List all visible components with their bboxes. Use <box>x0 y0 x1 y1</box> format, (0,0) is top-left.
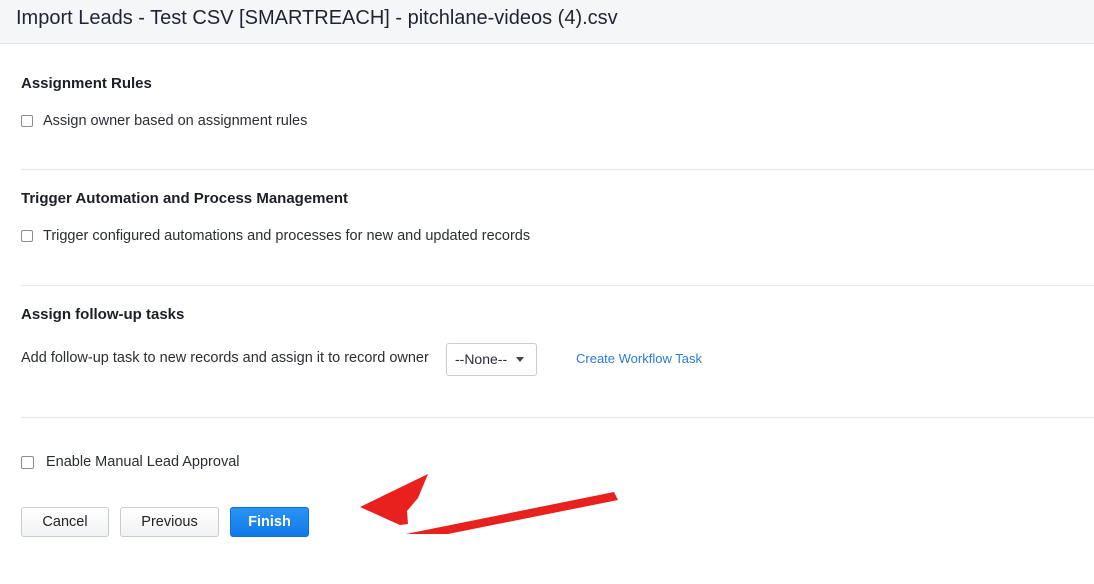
assignment-rules-option[interactable]: Assign owner based on assignment rules <box>21 112 307 130</box>
follow-up-title: Assign follow-up tasks <box>21 306 185 323</box>
import-settings-panel: Assignment Rules Assign owner based on a… <box>0 44 1094 584</box>
manual-approval-option[interactable]: Enable Manual Lead Approval <box>21 453 239 471</box>
trigger-automation-option[interactable]: Trigger configured automations and proce… <box>21 227 530 245</box>
cancel-button[interactable]: Cancel <box>21 507 109 537</box>
chevron-down-icon <box>516 357 524 362</box>
finish-button[interactable]: Finish <box>230 507 309 537</box>
manual-approval-label: Enable Manual Lead Approval <box>46 454 240 470</box>
follow-up-description: Add follow-up task to new records and as… <box>21 350 429 366</box>
arrow-annotation-icon <box>360 474 618 534</box>
assign-owner-checkbox[interactable] <box>21 115 33 127</box>
trigger-automation-label: Trigger configured automations and proce… <box>43 228 531 244</box>
page-title: Import Leads - Test CSV [SMARTREACH] - p… <box>16 7 618 29</box>
section-divider <box>21 417 1094 418</box>
assign-owner-label: Assign owner based on assignment rules <box>43 113 308 129</box>
assignment-rules-title: Assignment Rules <box>21 75 152 92</box>
create-workflow-task-link[interactable]: Create Workflow Task <box>576 351 702 366</box>
manual-approval-checkbox[interactable] <box>21 455 34 469</box>
trigger-automation-title: Trigger Automation and Process Managemen… <box>21 190 349 207</box>
previous-button[interactable]: Previous <box>120 507 219 537</box>
follow-up-task-select[interactable]: --None-- <box>446 343 537 376</box>
trigger-automation-checkbox[interactable] <box>21 230 33 242</box>
page-header: Import Leads - Test CSV [SMARTREACH] - p… <box>0 0 1094 44</box>
section-divider <box>21 169 1094 170</box>
section-divider <box>21 285 1094 286</box>
follow-up-task-select-value: --None-- <box>455 351 508 367</box>
